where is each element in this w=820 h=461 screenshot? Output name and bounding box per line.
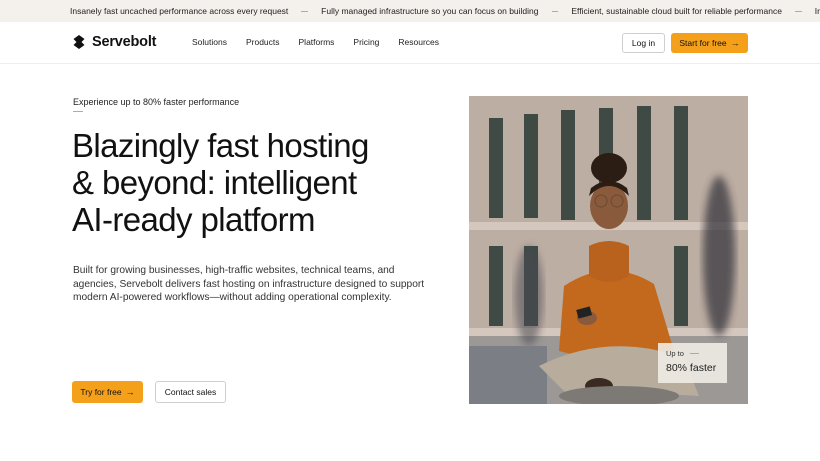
ticker-separator xyxy=(301,10,309,12)
brand-name: Servebolt xyxy=(92,34,157,50)
menu-item-solutions[interactable]: Solutions xyxy=(192,37,227,47)
badge-value: 80% faster xyxy=(666,362,717,374)
contact-sales-label: Contact sales xyxy=(164,387,217,397)
contact-sales-button[interactable]: Contact sales xyxy=(155,381,226,403)
main-menu: Solutions Products Platforms Pricing Res… xyxy=(192,37,458,47)
hero-eyebrow: Experience up to 80% faster performance xyxy=(73,97,240,107)
ticker-item: Efficient, sustainable cloud built for r… xyxy=(571,6,782,16)
ticker-item: Ir xyxy=(814,6,820,16)
login-button-label: Log in xyxy=(631,38,656,48)
arrow-right-icon: → xyxy=(125,387,135,397)
arrow-right-icon: → xyxy=(730,38,740,48)
menu-item-platforms[interactable]: Platforms xyxy=(299,37,335,47)
ticker-item: Insanely fast uncached performance acros… xyxy=(70,6,289,16)
announcement-ticker: Insanely fast uncached performance acros… xyxy=(0,0,820,22)
menu-item-products[interactable]: Products xyxy=(246,37,280,47)
headline-line: Blazingly fast hosting xyxy=(72,127,369,164)
ticker-item: Fully managed infrastructure so you can … xyxy=(321,6,539,16)
eyebrow-underline xyxy=(73,111,83,112)
performance-badge: Up to 80% faster xyxy=(658,343,727,383)
ticker-separator xyxy=(551,10,559,12)
hero-description: Built for growing businesses, high-traff… xyxy=(73,265,425,304)
menu-item-resources[interactable]: Resources xyxy=(398,37,439,47)
headline-line: & beyond: intelligent xyxy=(72,164,357,201)
ticker-separator xyxy=(794,10,802,12)
start-for-free-button[interactable]: Start for free → xyxy=(671,33,748,53)
hero-headline: Blazingly fast hosting & beyond: intelli… xyxy=(72,127,432,238)
login-button[interactable]: Log in xyxy=(622,33,665,53)
badge-accent-line xyxy=(689,353,699,354)
badge-label: Up to xyxy=(666,349,684,358)
try-button-label: Try for free xyxy=(80,387,122,397)
headline-line: AI-ready platform xyxy=(72,201,316,238)
try-for-free-button[interactable]: Try for free → xyxy=(72,381,143,403)
menu-item-pricing[interactable]: Pricing xyxy=(353,37,379,47)
servebolt-logo-icon xyxy=(73,35,85,49)
start-button-label: Start for free xyxy=(679,38,727,48)
brand-logo[interactable]: Servebolt xyxy=(72,34,156,50)
